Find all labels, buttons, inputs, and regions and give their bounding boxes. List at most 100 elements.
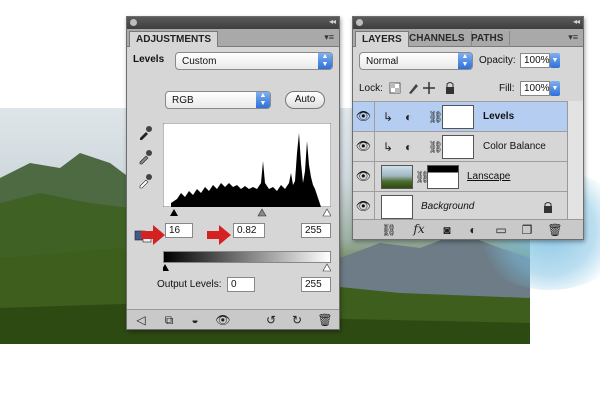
adjustment-layer-icon: ◐ (405, 110, 413, 124)
layers-titlebar[interactable]: ◂◂ (353, 17, 583, 29)
output-white-field[interactable]: 255 (301, 277, 331, 292)
panel-menu-icon[interactable]: ▾≡ (324, 32, 334, 43)
adjustments-titlebar[interactable]: ◂◂ (127, 17, 339, 29)
output-white-handle (322, 263, 331, 272)
output-levels-label: Output Levels: (157, 279, 222, 290)
adjustments-tab-row: ADJUSTMENTS ▾≡ (127, 29, 339, 47)
layer-name[interactable]: Color Balance (483, 141, 546, 152)
opacity-dropdown-icon[interactable]: ▼ (550, 53, 560, 68)
histogram (163, 123, 331, 207)
chain-link-icon[interactable]: ⛓ (428, 140, 443, 154)
fill-label: Fill: (499, 83, 515, 94)
opacity-field[interactable]: 100% (520, 53, 550, 68)
input-black-field[interactable]: 16 (165, 223, 193, 238)
adjustments-footer: ◁ ⧉ ◒ 👁 ↺ ↻ 🗑 (127, 309, 339, 329)
layer-image-thumbnail[interactable] (381, 165, 413, 189)
collapse-icon[interactable]: ◂◂ (573, 17, 580, 26)
layer-name[interactable]: Lanscape (467, 171, 510, 182)
tab-adjustments[interactable]: ADJUSTMENTS (129, 31, 219, 47)
auto-button[interactable]: Auto (285, 91, 325, 109)
fill-dropdown-icon[interactable]: ▼ (550, 81, 560, 96)
output-levels-slider[interactable] (163, 263, 331, 273)
adjustment-type-label: Levels (133, 54, 165, 65)
fill-field[interactable]: 100% (520, 81, 550, 96)
layer-row-color-balance[interactable]: 👁 ↳ ◐ ⛓ Color Balance (353, 132, 567, 162)
input-levels-slider[interactable] (163, 207, 331, 219)
lock-icons (389, 82, 454, 94)
input-white-field[interactable]: 255 (301, 223, 331, 238)
channel-select[interactable]: RGB ▲ ▼ (165, 91, 271, 109)
chain-link-icon[interactable]: ⛓ (428, 110, 443, 124)
eyedropper-white-icon[interactable] (137, 173, 153, 189)
new-layer-icon[interactable]: ❐ (519, 223, 535, 237)
red-annotation-arrow (207, 225, 231, 245)
lock-all-icon (446, 82, 454, 94)
close-icon[interactable] (356, 19, 363, 26)
mask-toggle-icon[interactable]: ◒ (187, 313, 203, 327)
layers-tab-row: LAYERS CHANNELS PATHS ▾≡ (353, 29, 583, 47)
adjustment-layer-icon: ◐ (405, 140, 413, 154)
channel-value: RGB (172, 95, 194, 106)
visibility-eye-icon[interactable]: 👁 (353, 132, 375, 162)
layers-footer: ⛓ fx ◙ ◐ ▭ ❐ 🗑 (353, 219, 583, 239)
close-icon[interactable] (130, 19, 137, 26)
layer-mask-thumbnail[interactable] (427, 165, 459, 189)
layer-row-lanscape[interactable]: 👁 ⛓ Lanscape (353, 162, 567, 192)
reset-icon[interactable]: ↻ (289, 313, 305, 327)
visibility-eye-icon[interactable]: 👁 (353, 102, 375, 132)
layer-mask-thumbnail[interactable] (442, 135, 474, 159)
trash-icon[interactable]: 🗑 (547, 223, 563, 237)
lock-pixels-icon (409, 84, 418, 94)
visibility-eye-icon[interactable]: 👁 (353, 162, 375, 192)
mask-icon[interactable]: ◙ (439, 223, 455, 237)
adjustment-layer-icon[interactable]: ◐ (465, 223, 481, 237)
select-arrows-icon: ▲ ▼ (318, 53, 332, 69)
output-gradient-bar (163, 251, 331, 263)
tab-channels[interactable]: CHANNELS (403, 31, 472, 47)
black-point-handle (170, 209, 178, 216)
tab-paths[interactable]: PATHS (465, 31, 511, 47)
back-arrow-icon[interactable]: ◁ (133, 313, 149, 327)
clipping-arrow-icon: ↳ (383, 110, 394, 124)
output-black-handle (163, 264, 169, 271)
preset-select[interactable]: Custom ▲ ▼ (175, 52, 333, 70)
layer-name[interactable]: Background (421, 201, 474, 212)
output-black-field[interactable]: 0 (227, 277, 255, 292)
layer-mask-thumbnail[interactable] (442, 105, 474, 129)
eyedropper-gray-icon[interactable] (137, 149, 153, 165)
adjustments-panel: ◂◂ ADJUSTMENTS ▾≡ Levels Custom ▲ ▼ RGB ▲… (126, 16, 340, 330)
select-arrows-icon: ▲ ▼ (458, 53, 472, 69)
layer-list: 👁 ↳ ◐ ⛓ Levels 👁 ↳ ◐ ⛓ Color Balance 👁 ⛓… (353, 101, 567, 225)
lock-transparency-icon (389, 82, 401, 94)
visibility-icon[interactable]: 👁 (215, 313, 231, 327)
gamma-handle (257, 208, 267, 217)
previous-state-icon[interactable]: ↺ (263, 313, 279, 327)
visibility-eye-icon[interactable]: 👁 (353, 192, 375, 222)
tab-layers[interactable]: LAYERS (355, 31, 409, 47)
layer-row-levels[interactable]: 👁 ↳ ◐ ⛓ Levels (353, 102, 567, 132)
lock-position-icon (423, 82, 435, 94)
lock-icon (544, 202, 552, 213)
clip-icon[interactable]: ⧉ (161, 313, 177, 327)
blend-mode-select[interactable]: Normal ▲ ▼ (359, 52, 473, 70)
link-icon[interactable]: ⛓ (381, 223, 397, 237)
layers-panel: ◂◂ LAYERS CHANNELS PATHS ▾≡ Normal ▲ ▼ Op… (352, 16, 584, 240)
layer-list-scrollbar[interactable] (567, 101, 583, 223)
preset-value: Custom (182, 56, 217, 67)
collapse-icon[interactable]: ◂◂ (329, 17, 336, 26)
clipping-arrow-icon: ↳ (383, 140, 394, 154)
group-icon[interactable]: ▭ (493, 223, 509, 237)
white-point-handle (322, 208, 331, 217)
eyedropper-black-icon[interactable] (137, 125, 153, 141)
layer-row-background[interactable]: 👁 Background (353, 192, 567, 222)
opacity-label: Opacity: (479, 55, 516, 66)
select-arrows-icon: ▲ ▼ (256, 92, 270, 108)
blend-mode-value: Normal (366, 56, 399, 67)
layer-name[interactable]: Levels (483, 111, 514, 122)
layer-image-thumbnail[interactable] (381, 195, 413, 219)
input-gamma-field[interactable]: 0.82 (233, 223, 265, 238)
panel-menu-icon[interactable]: ▾≡ (568, 32, 578, 43)
fx-icon[interactable]: fx (409, 222, 429, 236)
lock-label: Lock: (359, 83, 383, 94)
trash-icon[interactable]: 🗑 (317, 313, 333, 327)
